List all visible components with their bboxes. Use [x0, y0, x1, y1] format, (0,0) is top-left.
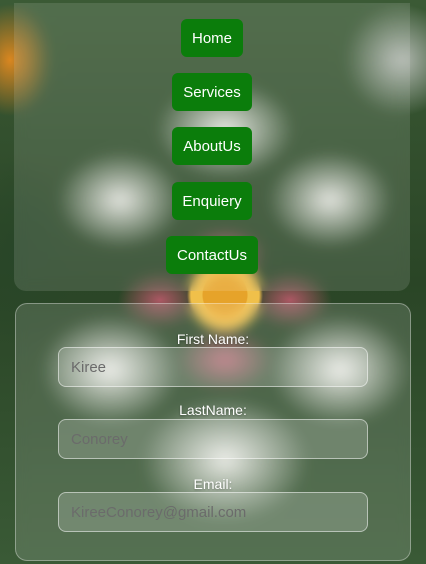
navigation-panel: Home Services AboutUs Enquiery ContactUs [14, 3, 410, 291]
last-name-label: LastName: [179, 402, 247, 418]
first-name-input[interactable] [58, 347, 368, 387]
nav-home-button[interactable]: Home [181, 19, 243, 57]
last-name-input[interactable] [58, 419, 368, 459]
nav-enquiery-button[interactable]: Enquiery [172, 182, 252, 220]
nav-aboutus-button[interactable]: AboutUs [172, 127, 252, 165]
first-name-label: First Name: [176, 331, 250, 347]
email-label: Email: [193, 476, 233, 492]
registration-form: First Name: LastName: Email: [15, 303, 411, 561]
email-input[interactable] [58, 492, 368, 532]
nav-contactus-button[interactable]: ContactUs [166, 236, 258, 274]
nav-services-button[interactable]: Services [172, 73, 252, 111]
